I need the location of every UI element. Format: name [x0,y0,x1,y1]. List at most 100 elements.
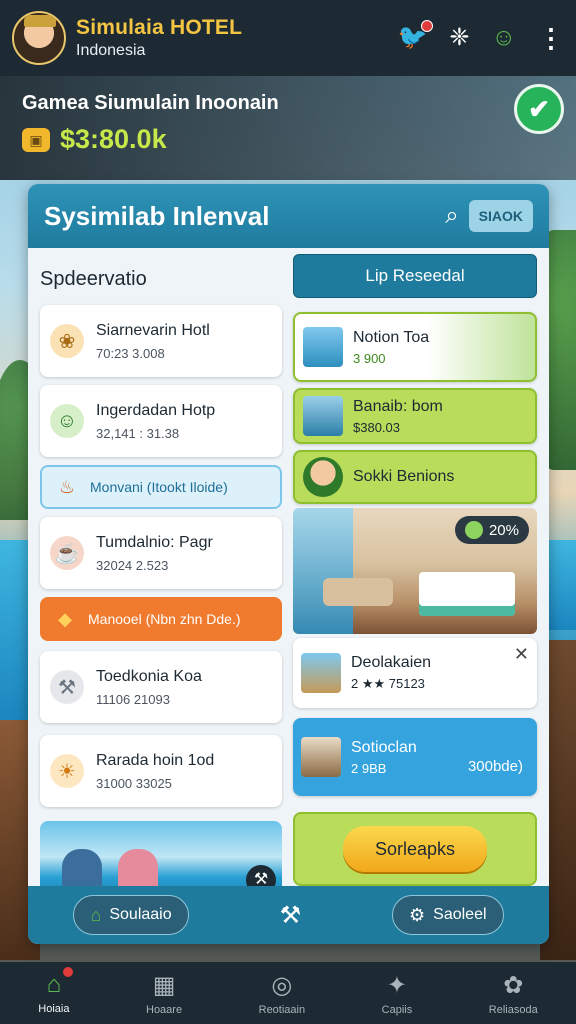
simulate-button[interactable]: ⌂ Soulaaio [73,895,189,935]
gear-icon: ⚙ [409,904,426,925]
room-image[interactable]: 20% [293,508,537,634]
room-card-title: Sotioclan [351,738,417,756]
left-column: Spdeervatio ❀ Siarnevarin Hotl 70:23 3.0… [40,258,282,901]
tools-icon[interactable]: ⚒ [280,901,302,930]
room-card-title: Deolakaien [351,654,432,671]
room-card[interactable]: Notion Toa 3 900 [293,312,537,382]
room-card-title: Sokki Benions [353,468,455,485]
nav-home[interactable]: ⌂ Hoiaia [38,967,74,1015]
list-item[interactable]: ☀ Rarada hoin 1od 31000 33025 [40,735,282,807]
notification-dot [63,967,74,977]
list-item[interactable]: ⚒ Toedkonia Koa 11106 21093 [40,651,282,723]
nav-staff[interactable]: ✦ Capiis [382,971,413,1016]
list-item-meta: 31000 33025 [96,775,172,791]
pier-thumbnail [301,653,341,693]
tool-icon: ⚒ [50,670,84,704]
nav-label: Hoaare [146,1003,183,1016]
section-label: Spdeervatio [40,268,147,290]
search-icon[interactable]: ⌕ [445,202,458,230]
list-item[interactable]: ❀ Siarnevarin Hotl 70:23 3.008 [40,305,282,377]
nav-reports[interactable]: ◎ Reotiaain [259,971,305,1016]
dish-icon: ♨ [58,476,76,497]
room-card-meta: 2 9BB [351,760,387,776]
list-tag[interactable]: ♨ Monvani (Itookt Iloide) [40,465,282,509]
wallet-icon: ▣ [22,127,50,152]
room-window [293,508,353,634]
list-tag-label: Manooel (Nbn zhn Dde.) [88,611,241,627]
avatar[interactable] [12,11,66,65]
game-title: Gamea Siumulain Inoonain [22,92,279,114]
bowl-icon: ☕ [50,536,84,570]
stock-button[interactable]: SIAOK [468,200,533,232]
close-icon[interactable]: ✕ [514,644,529,665]
building-icon: ▦ [152,971,176,999]
dessert-icon: ☀ [50,754,84,788]
status-dot-icon [464,521,483,539]
simulate-label: Soulaaio [109,906,172,923]
topbar-actions: 🐦 ❈ ☺ ⋮ [397,20,564,51]
record-icon: ◎ [271,971,293,999]
nav-label: Reliasoda [488,1003,538,1016]
share-icon[interactable]: ❈ [449,26,469,50]
list-item-meta: 11106 21093 [96,691,170,707]
list-item-title: Rarada hoin 1od [96,751,215,769]
list-item-meta: 32,141 : 31.38 [96,425,180,441]
list-tag-label: Monvani (Itookt Iloide) [90,479,228,495]
list-item[interactable]: ☺ Ingerdadan Hotp 32,141 : 31.38 [40,385,282,457]
nav-label: Reotiaain [258,1003,306,1016]
staff-avatar [303,457,343,497]
room-card[interactable]: Banaib: bom $380.03 [293,388,537,444]
home-icon: ⌂ [46,971,62,998]
flower-icon: ✿ [503,971,524,999]
hotel-thumbnail [303,327,343,367]
list-item-title: Ingerdadan Hotp [96,401,216,419]
cta-button[interactable]: Sorleapks [343,826,487,872]
list-item[interactable]: ☕ Tumdalnio: Pagr 32024 2.523 [40,517,282,589]
list-item-meta: 32024 2.523 [96,557,169,573]
nav-settings[interactable]: ✿ Reliasoda [489,971,538,1016]
room-card-title: Banaib: bom [353,397,443,415]
staff-icon: ☺ [50,404,84,438]
friend-icon[interactable]: ☺ [491,26,516,50]
beach-thumbnail [303,396,343,436]
room-card[interactable]: Deolakaien 2 ★★ 75123 ✕ [293,638,537,708]
room-card[interactable]: Sokki Benions [293,450,537,504]
right-column: Lip Reseedal Notion Toa 3 900 Banaib: bo… [293,254,537,886]
stats-banner: Gamea Siumulain Inoonain ▣ $3:80.0k ✔ [0,76,576,180]
suite-thumbnail [301,737,341,777]
home-outline-icon: ⌂ [90,904,102,925]
room-card-title: Notion Toa [353,328,430,346]
list-tag[interactable]: ◆ Manooel (Nbn zhn Dde.) [40,597,282,641]
room-card-meta: 3 900 [353,350,386,366]
confirm-button[interactable]: ✔ [514,84,564,134]
reserve-button[interactable]: Lip Reseedal [293,254,537,298]
list-item-meta: 70:23 3.008 [96,345,165,361]
top-bar: Simulaia HOTEL Indonesia 🐦 ❈ ☺ ⋮ [0,0,576,76]
app-subtitle: Indonesia [76,42,146,59]
room-card-meta: 2 ★★ 75123 [351,676,425,691]
room-card-meta: $380.03 [353,419,400,435]
more-menu-icon[interactable]: ⋮ [538,25,564,51]
bird-icon[interactable]: 🐦 [397,20,434,50]
bottom-nav: ⌂ Hoiaia ▦ Hoaare ◎ Reotiaain ✦ Capiis ✿… [0,962,576,1024]
list-item-title: Tumdalnio: Pagr [96,533,213,551]
group-icon: ✦ [386,971,407,999]
select-button[interactable]: ⚙ Saoleel [392,895,504,935]
gift-icon: ◆ [58,608,72,629]
food-icon: ❀ [50,324,84,358]
panel-header: Sysimilab Inlenval ⌕ SIAOK [28,184,549,248]
panel-footer: ⌂ Soulaaio ⚒ ⚙ Saoleel [28,886,549,944]
nav-label: Capiis [381,1003,413,1016]
room-card[interactable]: Sotioclan 2 9BB 300bde) [293,718,537,796]
money-row: ▣ $3:80.0k [22,124,167,155]
money-value: $3:80.0k [60,124,167,154]
room-sofa [323,578,393,606]
select-label: Saoleel [433,906,487,923]
room-card-extra: 300bde) [467,758,523,775]
nav-hotel[interactable]: ▦ Hoaare [146,971,182,1016]
panel-title: Sysimilab Inlenval [44,200,270,231]
app-title: Simulaia HOTEL [76,16,243,39]
occupancy-value: 20% [488,521,519,539]
cta-area: Sorleapks [293,812,537,886]
panel-header-actions: ⌕ SIAOK [445,200,533,232]
